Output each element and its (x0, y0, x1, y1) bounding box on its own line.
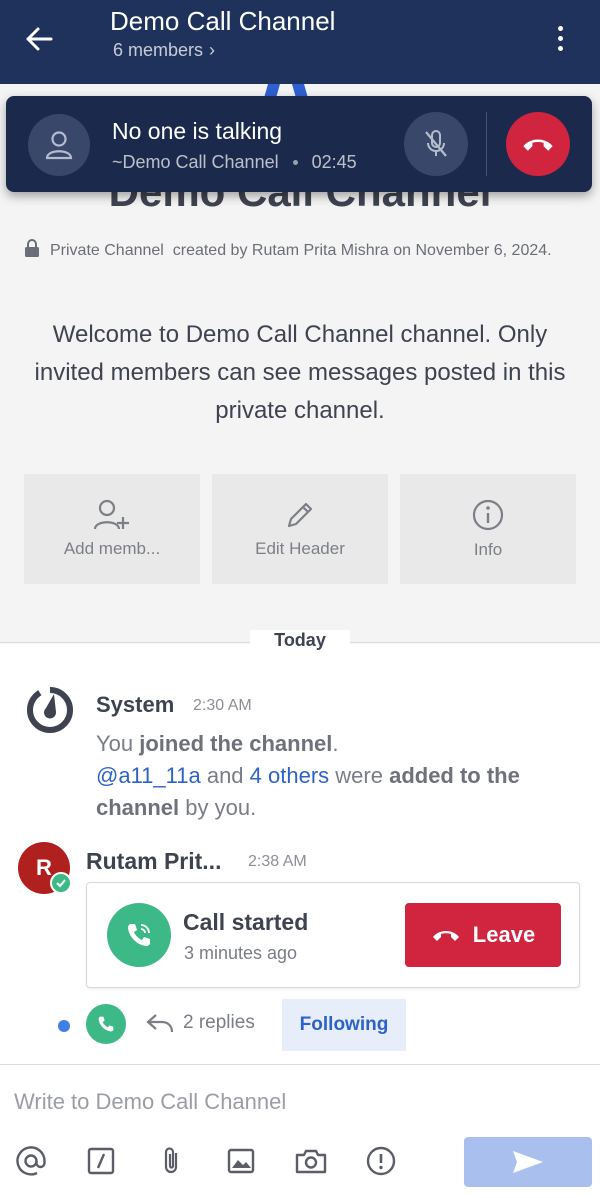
message-input[interactable] (14, 1089, 574, 1115)
channel-title[interactable]: Demo Call Channel (110, 6, 335, 37)
avatar-initial: R (36, 855, 52, 880)
compose-toolbar (0, 1143, 460, 1183)
call-status-text: No one is talking (112, 118, 283, 144)
post-time: 2:38 AM (248, 853, 307, 870)
chevron-right-icon: › (209, 40, 216, 60)
hang-up-icon (523, 139, 553, 151)
microphone-off-icon (425, 130, 447, 157)
call-details: ~Demo Call Channel 02:45 (112, 152, 357, 173)
hang-up-button[interactable] (506, 112, 570, 176)
call-duration: 02:45 (311, 152, 357, 172)
post-author[interactable]: Rutam Prit... (86, 848, 221, 875)
phone-call-icon (107, 903, 171, 967)
system-text: by you. (179, 795, 257, 820)
send-button[interactable] (464, 1137, 592, 1187)
system-message: You joined the channel. @a11_11a and 4 ot… (96, 728, 576, 824)
replies-count[interactable]: 2 replies (183, 1012, 255, 1034)
post-time: 2:30 AM (193, 697, 252, 714)
following-button[interactable]: Following (282, 999, 406, 1051)
info-button[interactable]: Info (400, 474, 576, 584)
intro-actions: Add memb... Edit Header Info (24, 474, 576, 584)
info-label: Info (473, 540, 503, 559)
mute-button[interactable] (404, 112, 468, 176)
camera-icon[interactable] (294, 1143, 328, 1179)
separator-dot (292, 160, 298, 165)
channel-privacy-info: Private Channel created by Rutam Prita M… (24, 238, 584, 264)
call-channel-name: ~Demo Call Channel (112, 152, 279, 172)
compose-box (0, 1064, 600, 1198)
pencil-icon (287, 502, 313, 528)
leave-call-button[interactable]: Leave (405, 903, 561, 967)
created-by-text: created by Rutam Prita Mishra on Novembe… (172, 242, 552, 259)
add-members-label: Add memb... (63, 539, 161, 558)
post-author[interactable]: System (96, 692, 174, 718)
send-icon (513, 1151, 543, 1173)
arrow-left-icon (26, 27, 53, 51)
others-link[interactable]: 4 others (250, 763, 330, 788)
system-text: and (200, 763, 250, 788)
back-button[interactable] (22, 22, 56, 56)
speaker-avatar-icon (28, 114, 90, 176)
user-mention[interactable]: @a11_11a (96, 763, 201, 788)
system-avatar-icon (27, 686, 73, 733)
date-separator: Today (250, 630, 350, 651)
thread-call-icon (86, 1004, 126, 1044)
members-link[interactable]: 6 members › (113, 40, 215, 61)
call-card: Call started 3 minutes ago Leave (86, 882, 580, 988)
members-count: 6 members (113, 40, 204, 60)
image-icon[interactable] (224, 1143, 258, 1179)
welcome-message: Welcome to Demo Call Channel channel. On… (34, 321, 566, 424)
info-icon (472, 499, 504, 531)
edit-header-label: Edit Header (255, 539, 345, 558)
channel-header: Demo Call Channel 6 members › (0, 0, 600, 84)
reply-arrow-icon (146, 1014, 174, 1033)
call-time-ago: 3 minutes ago (184, 943, 298, 963)
private-channel-label: Private Channel (50, 242, 164, 259)
slash-command-icon[interactable] (84, 1143, 118, 1179)
add-members-button[interactable]: Add memb... (24, 474, 200, 584)
more-options-icon[interactable] (548, 20, 572, 56)
system-text: were (329, 763, 390, 788)
system-joined-text: joined the channel (139, 731, 333, 756)
system-period: . (332, 731, 339, 756)
system-text: You (96, 731, 140, 756)
leave-label: Leave (472, 922, 536, 947)
lock-icon (25, 239, 39, 257)
edit-header-button[interactable]: Edit Header (212, 474, 388, 584)
call-bar-divider (486, 112, 487, 176)
priority-icon[interactable] (364, 1143, 398, 1179)
call-title: Call started (183, 909, 309, 935)
paperclip-icon[interactable] (154, 1143, 188, 1179)
hang-up-icon (432, 931, 459, 941)
online-status-icon (50, 872, 72, 894)
at-mention-icon[interactable] (14, 1143, 48, 1179)
call-bar[interactable]: No one is talking ~Demo Call Channel 02:… (6, 96, 592, 192)
unread-dot (58, 1020, 70, 1032)
add-member-icon (94, 499, 129, 530)
